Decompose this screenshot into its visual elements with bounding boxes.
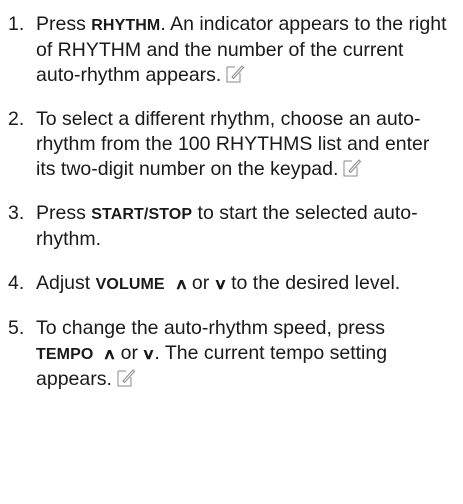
key-tempo-label: TEMPO [36,346,94,363]
key-rhythm-label: RHYTHM [91,17,161,34]
or-text: or [115,342,144,364]
step-text-pre: Press [36,202,92,224]
instruction-list: 1. Press RHYTHM. An indicator appears to… [0,0,463,392]
up-arrow-icon: ∧ [174,276,188,293]
step-5: 5. To change the auto-rhythm speed, pres… [0,316,449,392]
step-4: 4. Adjust VOLUME ∧ or ∨ to the desired l… [0,271,449,297]
step-text: Adjust VOLUME ∧ or ∨ to the desired leve… [36,271,449,297]
step-text: Press RHYTHM. An indicator appears to th… [36,12,449,88]
note-icon [343,159,362,177]
step-text-pre: Press [36,13,92,35]
step-number: 1. [8,13,25,35]
step-text: Press START/STOP to start the selected a… [36,201,449,252]
step-number: 4. [8,272,25,294]
step-text-body: To select a different rhythm, choose an … [36,108,430,180]
note-icon [226,65,245,83]
down-arrow-icon: ∨ [213,276,228,293]
key-volume-label: VOLUME [95,276,165,293]
step-number: 5. [8,317,25,339]
step-text: To change the auto-rhythm speed, press T… [36,316,449,392]
key-start-stop-label: START/STOP [91,206,193,223]
step-text: To select a different rhythm, choose an … [36,107,449,182]
step-number: 3. [8,202,25,224]
step-2: 2. To select a different rhythm, choose … [0,107,449,182]
up-arrow-icon: ∧ [102,346,117,363]
step-text-pre: To change the auto-rhythm speed, press [36,317,386,339]
note-icon [117,369,136,387]
or-text: or [186,272,215,294]
step-text-pre: Adjust [36,272,96,294]
step-3: 3. Press START/STOP to start the selecte… [0,201,449,252]
step-1: 1. Press RHYTHM. An indicator appears to… [0,12,449,88]
step-text-post: to the desired level. [225,272,401,294]
down-arrow-icon: ∨ [142,346,156,363]
step-number: 2. [8,108,25,130]
